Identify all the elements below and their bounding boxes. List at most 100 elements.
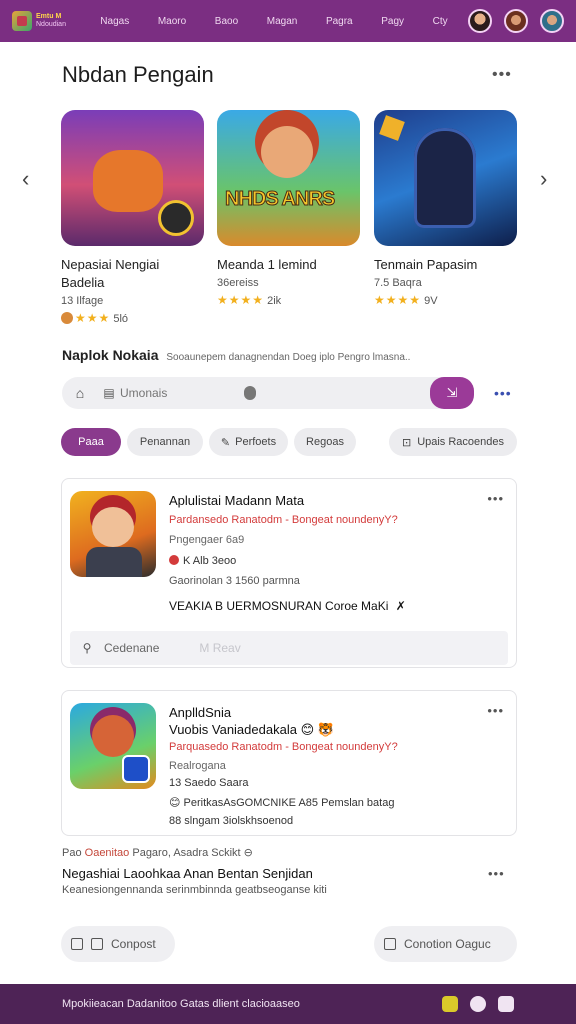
emoji-icon: 😊 🐯 bbox=[300, 722, 334, 737]
bottom-bar-text: Mpokiieacan Dadanitoo Gatas dlient claci… bbox=[62, 998, 300, 1010]
bottom-bar: Mpokiieacan Dadanitoo Gatas dlient claci… bbox=[0, 984, 576, 1024]
game-card[interactable]: Nepasiai Nengiai Badelia 13 Ilfage ★★★ 5… bbox=[61, 110, 204, 325]
card-title: Tenmain Papasim bbox=[374, 257, 478, 272]
top-bar: Emtu M Ndoudian Nagas Maoro Baoo Magan P… bbox=[0, 0, 576, 42]
nav-item[interactable]: Pagra bbox=[326, 16, 353, 27]
game-thumbnail[interactable] bbox=[374, 110, 517, 246]
headline-rest: Sooaunepem danagnendan Doeg iplo Pengro … bbox=[166, 352, 411, 363]
logo-line2: Ndoudian bbox=[36, 21, 66, 28]
panel-title[interactable]: AnplldSnia bbox=[169, 705, 231, 720]
app-logo[interactable]: Emtu M Ndoudian bbox=[12, 11, 86, 31]
star-rating: ★★★★ bbox=[374, 293, 422, 307]
section-more-icon[interactable]: ••• bbox=[492, 66, 512, 84]
search-input[interactable] bbox=[120, 386, 240, 400]
close-icon[interactable]: ✗ bbox=[396, 599, 406, 613]
panel-line-text: K Alb 3eoo bbox=[183, 555, 237, 567]
panel-bar-label: Cedenane bbox=[104, 641, 160, 655]
card-subtitle: 13 Ilfage bbox=[61, 295, 104, 307]
footer-title[interactable]: Negashiai Laoohkaa Anan Bentan Senjidan bbox=[62, 866, 313, 881]
panel-line: 13 Saedo Saara bbox=[169, 777, 249, 789]
panel-title[interactable]: Aplulistai Madann Mata bbox=[169, 493, 304, 508]
filter-chip[interactable]: ✎ Perfoets bbox=[209, 428, 288, 456]
app-listing-panel[interactable]: ••• Aplulistai Madann Mata Pardansedo Ra… bbox=[61, 478, 517, 668]
rating-count: 2ik bbox=[267, 295, 282, 307]
panel-line: VEAKIA B UERMOSNURAN Coroe MaKi ✗ bbox=[169, 599, 406, 613]
carousel-prev-icon[interactable]: ‹ bbox=[22, 166, 29, 192]
rating-count: 5ló bbox=[113, 313, 129, 325]
nav-item[interactable]: Cty bbox=[433, 16, 448, 27]
search-more-icon[interactable]: ••• bbox=[494, 385, 512, 401]
panel-icon bbox=[71, 938, 83, 950]
panel-bar-extra: M Reav bbox=[199, 641, 241, 655]
mic-icon[interactable] bbox=[244, 386, 256, 400]
smile-icon: 😊 bbox=[169, 797, 181, 809]
game-card[interactable]: NHDS ANRS Meanda 1 lemind 36ereiss ★★★★ … bbox=[217, 110, 360, 307]
card-subtitle: 36ereiss bbox=[217, 277, 259, 289]
panel-line-text: VEAKIA B UERMOSNURAN Coroe MaKi bbox=[169, 599, 389, 613]
headline: Naplok Nokaia Sooaunepem danagnendan Doe… bbox=[62, 347, 410, 363]
avatar[interactable] bbox=[468, 9, 492, 33]
footer-meta-rest: Pagaro, Asadra Sckikt bbox=[132, 847, 241, 859]
app-thumbnail[interactable] bbox=[70, 491, 156, 577]
box-icon: ⊡ bbox=[401, 436, 412, 449]
panel-line: Realrogana bbox=[169, 760, 226, 772]
card-subtitle: 7.5 Baqra bbox=[374, 277, 422, 289]
avatar[interactable] bbox=[540, 9, 564, 33]
game-card[interactable]: Tenmain Papasim 7.5 Baqra ★★★★ 9V bbox=[374, 110, 517, 307]
search-bar: ⌂ ▤ ⇲ bbox=[62, 377, 474, 409]
carousel-next-icon[interactable]: › bbox=[540, 166, 547, 192]
app-thumbnail[interactable] bbox=[70, 703, 156, 789]
location-pin-icon: ⚲ bbox=[82, 641, 92, 655]
pencil-icon: ✎ bbox=[220, 436, 231, 449]
section-title: Nbdan Pengain bbox=[62, 62, 214, 87]
panel-line: 😊 PeritkasAsGOMCNIKE A85 Pemslan batag bbox=[169, 796, 394, 809]
headline-bold: Naplok Nokaia bbox=[62, 347, 159, 363]
compost-button-label: Conpost bbox=[111, 937, 156, 951]
card-rating: ★★★ 5ló bbox=[61, 311, 204, 325]
panel-action-bar[interactable]: ⚲ Cedenane M Reav bbox=[70, 631, 508, 665]
footer-subtitle: Keanesiongennanda serinmbinnda geatbseog… bbox=[62, 884, 327, 896]
logo-icon bbox=[12, 11, 32, 31]
filter-chip[interactable]: Regoas bbox=[294, 428, 356, 456]
panel-line: Pngengaer 6a9 bbox=[169, 534, 245, 546]
yellow-square-icon[interactable] bbox=[442, 996, 458, 1012]
game-thumbnail[interactable]: NHDS ANRS bbox=[217, 110, 360, 246]
panel-more-icon[interactable]: ••• bbox=[487, 703, 504, 718]
panel-more-icon[interactable]: ••• bbox=[487, 491, 504, 506]
panel-line: 88 slngam 3iolskhsoenod bbox=[169, 815, 294, 827]
panel-subtitle-text: Vuobis Vaniadedakala bbox=[169, 722, 297, 737]
logo-line1: Emtu M bbox=[36, 13, 62, 20]
filter-chip[interactable]: Penannan bbox=[127, 428, 203, 456]
top-nav: Nagas Maoro Baoo Magan Pagra Pagy Cty bbox=[86, 16, 462, 27]
screen-icon bbox=[384, 938, 396, 950]
compost-button[interactable]: Conpost bbox=[61, 926, 175, 962]
document-icon: ▤ bbox=[103, 386, 115, 400]
footer-meta-red: Oaenitao bbox=[84, 847, 130, 859]
avatar[interactable] bbox=[504, 9, 528, 33]
search-submit-button[interactable]: ⇲ bbox=[430, 377, 474, 409]
nav-item[interactable]: Maoro bbox=[158, 16, 186, 27]
home-icon[interactable]: ⌂ bbox=[62, 385, 98, 401]
panel-red-line: Pardansedo Ranatodm - Bongeat noundenyY? bbox=[169, 514, 398, 526]
panel-subtitle: Vuobis Vaniadedakala 😊 🐯 bbox=[169, 722, 334, 738]
app-listing-panel[interactable]: ••• AnplldSnia Vuobis Vaniadedakala 😊 🐯 … bbox=[61, 690, 517, 836]
panel-line: Gaorinolan 3 1560 parmna bbox=[169, 575, 300, 587]
nav-item[interactable]: Baoo bbox=[215, 16, 238, 27]
filter-chip[interactable]: ⊡ Upais Racoendes bbox=[389, 428, 517, 456]
panel-line: K Alb 3eoo bbox=[169, 555, 236, 567]
settings-icon[interactable] bbox=[498, 996, 514, 1012]
globe-icon[interactable] bbox=[470, 996, 486, 1012]
card-rating: ★★★★ 9V bbox=[374, 293, 517, 307]
status-dot-icon bbox=[169, 555, 179, 565]
game-thumbnail[interactable] bbox=[61, 110, 204, 246]
footer-meta: Pao Oaenitao Pagaro, Asadra Sckikt ⊖ bbox=[62, 846, 253, 859]
nav-item[interactable]: Magan bbox=[267, 16, 298, 27]
nav-item[interactable]: Nagas bbox=[100, 16, 129, 27]
minus-circle-icon: ⊖ bbox=[243, 847, 253, 859]
footer-more-icon[interactable]: ••• bbox=[488, 866, 505, 881]
footer-meta-prefix: Pao bbox=[62, 847, 82, 859]
thumbnail-art-text: NHDS ANRS bbox=[224, 188, 335, 211]
filter-chip[interactable]: Paaa bbox=[61, 428, 121, 456]
conotion-button[interactable]: Conotion Oaguc bbox=[374, 926, 517, 962]
nav-item[interactable]: Pagy bbox=[381, 16, 404, 27]
